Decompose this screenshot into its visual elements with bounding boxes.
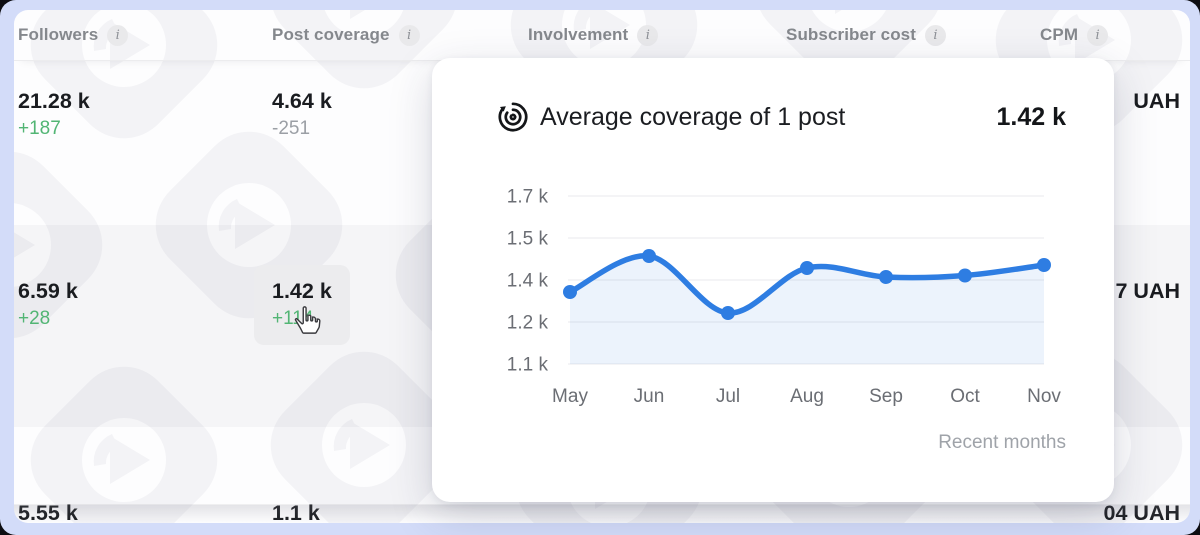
column-label: CPM <box>1040 25 1078 45</box>
svg-text:Aug: Aug <box>790 386 824 407</box>
svg-text:1.7 k: 1.7 k <box>507 187 549 208</box>
column-label: Subscriber cost <box>786 25 916 45</box>
column-header-cpm: CPM i <box>1040 25 1190 46</box>
info-icon[interactable]: i <box>925 25 946 46</box>
info-icon[interactable]: i <box>637 25 658 46</box>
svg-text:May: May <box>552 386 588 407</box>
column-header-post-coverage: Post coverage i <box>272 25 528 46</box>
metric-delta: +187 <box>18 117 272 141</box>
metric-delta: +28 <box>18 307 272 331</box>
svg-text:Oct: Oct <box>950 386 980 407</box>
followers-cell[interactable]: 6.59 k +28 <box>18 277 272 345</box>
svg-text:Nov: Nov <box>1027 386 1061 407</box>
column-label: Post coverage <box>272 25 390 45</box>
svg-text:Jun: Jun <box>634 386 665 407</box>
column-header-followers: Followers i <box>18 25 272 46</box>
svg-text:Jul: Jul <box>716 386 740 407</box>
column-header-involvement: Involvement i <box>528 25 786 46</box>
column-label: Followers <box>18 25 98 45</box>
info-icon[interactable]: i <box>399 25 420 46</box>
metric-value: 21.28 k <box>18 87 272 115</box>
svg-text:1.4 k: 1.4 k <box>507 271 549 292</box>
column-label: Involvement <box>528 25 628 45</box>
chart-x-axis-title: Recent months <box>938 432 1066 454</box>
hovered-metric-highlight[interactable]: 1.42 k +114 <box>254 265 350 345</box>
svg-text:1.2 k: 1.2 k <box>507 313 549 334</box>
metric-value: 1.42 k <box>272 277 332 305</box>
page-background: Followers i Post coverage i Involvement … <box>0 0 1200 535</box>
coverage-popup: Average coverage of 1 post 1.42 k 1.7 k1… <box>432 58 1114 502</box>
svg-text:Sep: Sep <box>869 386 903 407</box>
svg-text:1.5 k: 1.5 k <box>507 229 549 250</box>
followers-cell[interactable]: 21.28 k +187 <box>18 87 272 141</box>
info-icon[interactable]: i <box>1087 25 1108 46</box>
hand-cursor-icon <box>292 305 322 335</box>
table-header: Followers i Post coverage i Involvement … <box>14 10 1190 61</box>
info-icon[interactable]: i <box>107 25 128 46</box>
metric-value: 6.59 k <box>18 277 272 305</box>
bottom-fade <box>14 504 1190 523</box>
svg-text:1.1 k: 1.1 k <box>507 355 549 376</box>
column-header-subscriber-cost: Subscriber cost i <box>786 25 1040 46</box>
